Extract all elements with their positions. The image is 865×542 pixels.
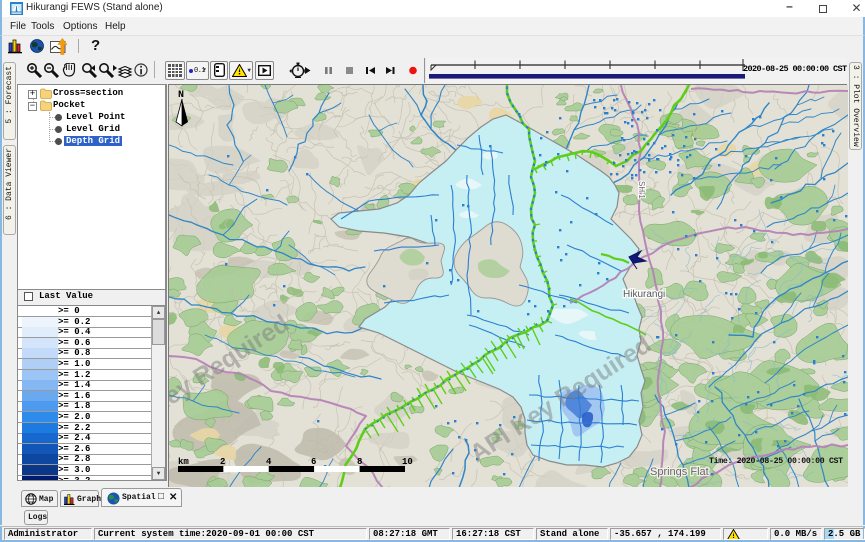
svg-text:8: 8 — [357, 457, 362, 467]
svg-text:2: 2 — [220, 457, 225, 467]
svg-text:N: N — [178, 90, 184, 101]
svg-text:Time: 2020-08-25 00:00:00 CST: Time: 2020-08-25 00:00:00 CST — [709, 456, 843, 466]
svg-text:SH 1: SH 1 — [637, 181, 646, 199]
svg-text:Hikurangi: Hikurangi — [623, 289, 665, 300]
svg-text:km: km — [178, 457, 189, 467]
svg-text:Springs Flat: Springs Flat — [650, 466, 709, 478]
svg-text:10: 10 — [402, 457, 413, 467]
svg-text:6: 6 — [311, 457, 316, 467]
svg-text:4: 4 — [266, 457, 272, 467]
